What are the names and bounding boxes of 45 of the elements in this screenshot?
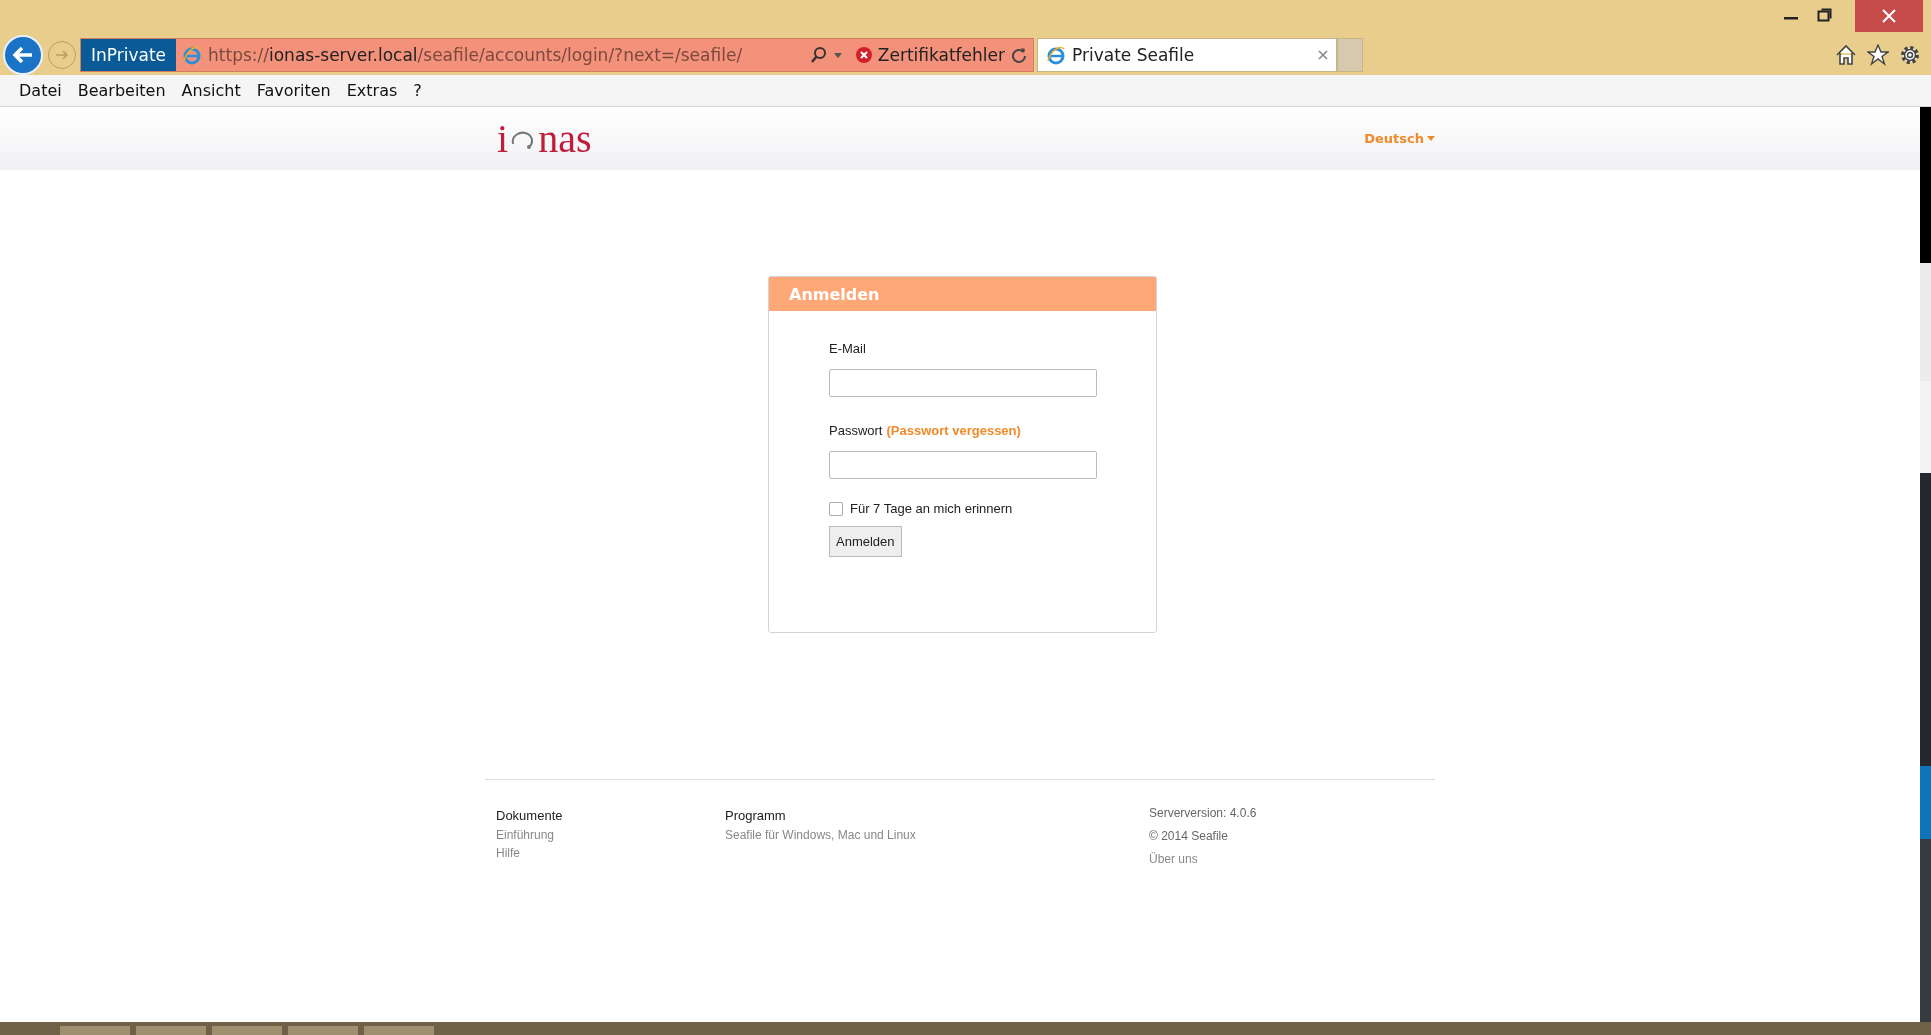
back-arrow-icon — [12, 45, 34, 65]
url-text: https://ionas-server.local/seafile/accounts/login/?next=/seafile/ — [208, 45, 744, 65]
password-label: Passwort — [829, 423, 883, 438]
menu-item[interactable]: Datei — [19, 81, 62, 100]
inprivate-badge: InPrivate — [81, 39, 177, 71]
settings-icon[interactable] — [1899, 44, 1921, 66]
footer-link[interactable]: Seafile für Windows, Mac und Linux — [725, 828, 916, 842]
copyright-text: © 2014 Seafile — [1149, 829, 1228, 843]
footer-heading: Programm — [725, 808, 786, 823]
email-label: E-Mail — [829, 341, 866, 356]
forward-arrow-icon — [55, 49, 69, 61]
search-icon[interactable] — [809, 46, 828, 64]
remember-label: Für 7 Tage an mich erinnern — [850, 501, 1013, 516]
footer-heading: Dokumente — [496, 808, 563, 823]
menu-item[interactable]: Bearbeiten — [77, 81, 166, 100]
browser-e-icon — [1046, 45, 1066, 65]
server-version: Serverversion: 4.0.6 — [1149, 806, 1257, 820]
menu-item[interactable]: ? — [413, 81, 422, 100]
certificate-error-label[interactable]: Zertifikatfehler — [877, 45, 1005, 65]
star-icon[interactable] — [1867, 44, 1889, 66]
error-icon — [855, 47, 872, 63]
caret-icon — [1427, 136, 1435, 141]
close-icon[interactable] — [1318, 50, 1328, 60]
restore-icon[interactable] — [1817, 7, 1833, 23]
about-link[interactable]: Über uns — [1149, 852, 1198, 866]
caret-icon[interactable] — [833, 52, 842, 58]
email-input[interactable] — [829, 369, 1097, 397]
home-icon[interactable] — [1835, 44, 1857, 66]
login-card-title: Anmelden — [769, 277, 1156, 311]
remember-checkbox[interactable] — [829, 501, 843, 516]
ionas-logo[interactable]: i nas — [497, 115, 592, 162]
login-button[interactable]: Anmelden — [829, 526, 902, 557]
close-icon — [1882, 9, 1896, 23]
back-button[interactable] — [3, 35, 43, 75]
menu-item[interactable]: Favoriten — [256, 81, 331, 100]
menu-item[interactable]: Ansicht — [181, 81, 241, 100]
browser-tab[interactable]: Private Seafile — [1037, 38, 1337, 72]
password-input[interactable] — [829, 451, 1097, 479]
refresh-icon[interactable] — [1011, 46, 1027, 64]
close-button[interactable] — [1855, 0, 1923, 32]
browser-e-icon — [182, 45, 203, 65]
footer-link[interactable]: Einführung — [496, 828, 555, 842]
menu-item[interactable]: Extras — [346, 81, 398, 100]
address-bar[interactable]: InPrivate https://ionas-server.local/seafile/accounts/login/?next=/seafile/ Zertifikatfehler — [80, 38, 1034, 72]
footer-link[interactable]: Hilfe — [496, 846, 520, 860]
